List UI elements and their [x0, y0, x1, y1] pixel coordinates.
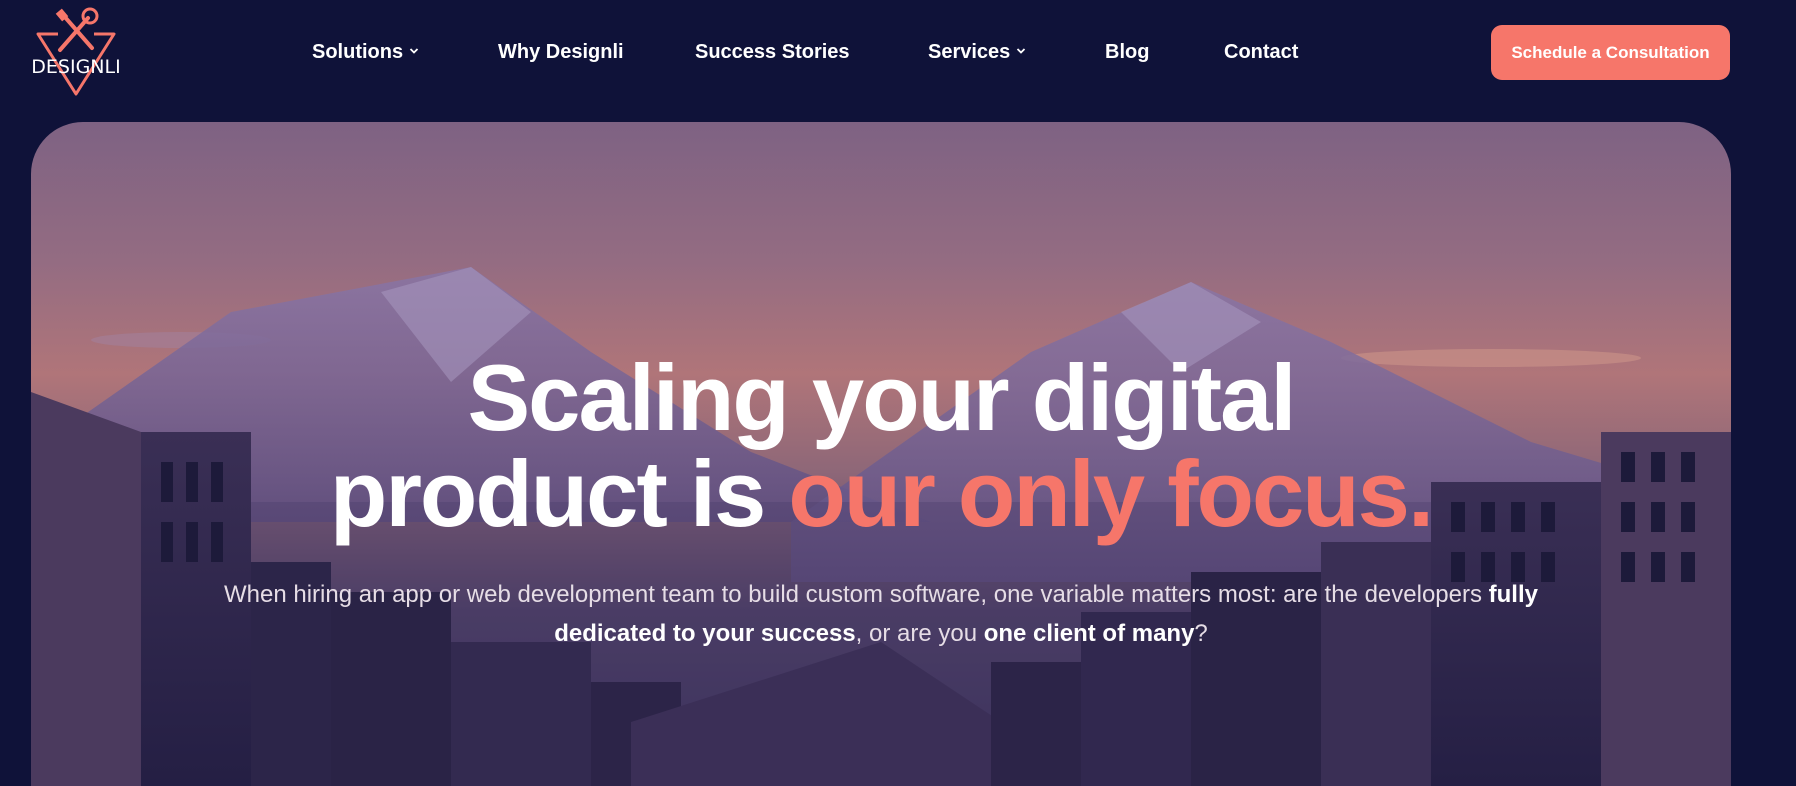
chevron-down-icon: [1017, 48, 1026, 54]
headline-accent-text: our only focus.: [788, 441, 1434, 546]
subtext-bold-2: one client of many: [983, 620, 1195, 647]
nav-item-label: Services: [928, 41, 1011, 63]
headline-line-2: product is our only focus.: [31, 446, 1731, 542]
schedule-consultation-button[interactable]: Schedule a Consultation: [1491, 25, 1730, 80]
nav-item-services[interactable]: Services: [928, 38, 1026, 66]
hero-subtext: When hiring an app or web development te…: [211, 575, 1551, 653]
nav-item-label: Why Designli: [498, 41, 624, 63]
hero-headline: Scaling your digital product is our only…: [31, 350, 1731, 542]
nav-item-contact[interactable]: Contact: [1224, 38, 1298, 66]
nav-item-why-designli[interactable]: Why Designli: [498, 38, 624, 66]
site-header: DESIGNLI Solutions Why Designli Success …: [0, 0, 1796, 108]
page: DESIGNLI Solutions Why Designli Success …: [0, 0, 1796, 786]
nav-item-label: Success Stories: [695, 41, 850, 63]
nav-item-blog[interactable]: Blog: [1105, 38, 1149, 66]
nav-item-label: Contact: [1224, 41, 1299, 63]
headline-plain-text: product is: [329, 441, 789, 546]
nav-item-label: Blog: [1105, 41, 1150, 63]
nav-item-label: Solutions: [312, 41, 404, 63]
nav-item-success-stories[interactable]: Success Stories: [695, 38, 850, 66]
subtext-part-3: ?: [1194, 620, 1208, 647]
nav-item-solutions[interactable]: Solutions: [312, 38, 419, 66]
subtext-part-2: , or are you: [855, 620, 984, 647]
chevron-down-icon: [409, 48, 419, 54]
hero-section: Scaling your digital product is our only…: [31, 122, 1731, 786]
subtext-part-1: When hiring an app or web development te…: [223, 581, 1489, 608]
headline-line-1: Scaling your digital: [467, 345, 1296, 450]
